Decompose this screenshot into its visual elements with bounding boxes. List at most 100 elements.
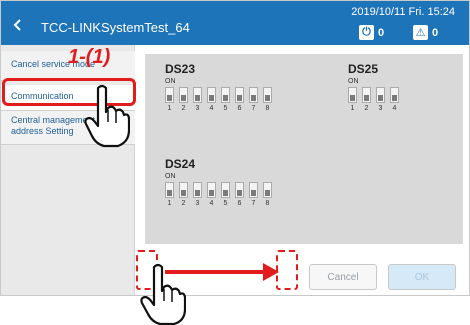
dip-switch-panel: DS23 ON 1 2 3 4 5 6 7 8 DS25 ON 1 2 3 4 DS24 ON 1 2… (145, 54, 463, 244)
device-screen: TCC-LINKSystemTest_64 2019/10/11 Fri. 15… (0, 0, 470, 296)
switch-knob (195, 95, 200, 101)
switch-slot (193, 182, 202, 198)
ds24-switch-1[interactable]: 1 (165, 182, 174, 207)
ds23-group: DS23 ON 1 2 3 4 5 6 7 8 (165, 62, 272, 112)
switch-slot (207, 182, 216, 198)
ds23-switch-8[interactable]: 8 (263, 87, 272, 112)
ds25-group: DS25 ON 1 2 3 4 (348, 62, 399, 112)
switch-knob (209, 95, 214, 101)
switch-number: 8 (265, 105, 270, 112)
ds24-switch-4[interactable]: 4 (207, 182, 216, 207)
switch-knob (237, 95, 242, 101)
switch-number: 7 (251, 200, 256, 207)
ds23-switch-3[interactable]: 3 (193, 87, 202, 112)
ds24-switch-6[interactable]: 6 (235, 182, 244, 207)
ds25-switch-row: 1 2 3 4 (348, 87, 399, 112)
switch-number: 1 (167, 105, 172, 112)
switch-number: 8 (265, 200, 270, 207)
ds24-group: DS24 ON 1 2 3 4 5 6 7 8 (165, 157, 272, 207)
switch-knob (195, 190, 200, 196)
switch-number: 7 (251, 105, 256, 112)
switch-slot (390, 87, 399, 103)
ds25-switch-1[interactable]: 1 (348, 87, 357, 112)
ds24-switch-3[interactable]: 3 (193, 182, 202, 207)
switch-knob (265, 190, 270, 196)
cancel-button[interactable]: Cancel (309, 264, 377, 290)
ds23-switch-4[interactable]: 4 (207, 87, 216, 112)
ds24-switch-row: 1 2 3 4 5 6 7 8 (165, 182, 272, 207)
on-label: ON (165, 78, 176, 85)
switch-knob (350, 95, 355, 101)
switch-knob (265, 95, 270, 101)
switch-slot (221, 87, 230, 103)
switch-number: 1 (167, 200, 172, 207)
switch-number: 6 (237, 105, 242, 112)
switch-number: 5 (223, 200, 228, 207)
datetime-display: 2019/10/11 Fri. 15:24 (351, 6, 455, 18)
drag-end-marker (276, 250, 298, 290)
switch-number: 6 (237, 200, 242, 207)
switch-slot (263, 87, 272, 103)
switch-slot (235, 182, 244, 198)
switch-slot (179, 87, 188, 103)
sidebar-item-label: Central management address Setting (11, 115, 96, 136)
ds25-label: DS25 (348, 62, 379, 76)
switch-slot (263, 182, 272, 198)
switch-number: 3 (378, 105, 383, 112)
switch-slot (221, 182, 230, 198)
switch-knob (181, 190, 186, 196)
switch-slot (235, 87, 244, 103)
switch-number: 2 (364, 105, 369, 112)
switch-knob (392, 95, 397, 101)
switch-slot (249, 182, 258, 198)
switch-number: 4 (209, 200, 214, 207)
switch-knob (223, 95, 228, 101)
warning-icon: ⚠ (413, 25, 428, 40)
on-label: ON (348, 78, 359, 85)
ds25-switch-2[interactable]: 2 (362, 87, 371, 112)
ds23-switch-1[interactable]: 1 (165, 87, 174, 112)
alert-status[interactable]: ⚠ 0 (413, 25, 438, 40)
switch-slot (249, 87, 258, 103)
switch-knob (209, 190, 214, 196)
ds25-switch-3[interactable]: 3 (376, 87, 385, 112)
ds25-switch-4[interactable]: 4 (390, 87, 399, 112)
ds23-switch-6[interactable]: 6 (235, 87, 244, 112)
alert-count: 0 (432, 26, 439, 39)
switch-slot (362, 87, 371, 103)
switch-knob (167, 95, 172, 101)
switch-slot (193, 87, 202, 103)
ok-button[interactable]: OK (388, 264, 456, 290)
ds23-switch-2[interactable]: 2 (179, 87, 188, 112)
switch-number: 2 (181, 105, 186, 112)
switch-number: 2 (181, 200, 186, 207)
switch-slot (207, 87, 216, 103)
switch-knob (251, 95, 256, 101)
power-count: 0 (378, 26, 385, 39)
power-icon: ⏻ (359, 25, 374, 40)
switch-number: 1 (350, 105, 355, 112)
ds23-switch-row: 1 2 3 4 5 6 7 8 (165, 87, 272, 112)
ds24-switch-2[interactable]: 2 (179, 182, 188, 207)
ds23-switch-7[interactable]: 7 (249, 87, 258, 112)
ds24-switch-8[interactable]: 8 (263, 182, 272, 207)
ds23-label: DS23 (165, 62, 196, 76)
switch-number: 3 (195, 200, 200, 207)
pointing-hand-icon (84, 84, 130, 148)
switch-number: 3 (195, 105, 200, 112)
ds24-label: DS24 (165, 157, 196, 171)
switch-slot (179, 182, 188, 198)
power-status[interactable]: ⏻ 0 (359, 25, 384, 40)
switch-knob (364, 95, 369, 101)
switch-slot (165, 182, 174, 198)
ds24-switch-5[interactable]: 5 (221, 182, 230, 207)
switch-number: 4 (392, 105, 397, 112)
arrow-head-icon (263, 263, 279, 281)
switch-knob (223, 190, 228, 196)
switch-knob (167, 190, 172, 196)
back-arrow-icon[interactable] (11, 18, 25, 32)
ds24-switch-7[interactable]: 7 (249, 182, 258, 207)
ds23-switch-5[interactable]: 5 (221, 87, 230, 112)
switch-knob (181, 95, 186, 101)
switch-knob (251, 190, 256, 196)
